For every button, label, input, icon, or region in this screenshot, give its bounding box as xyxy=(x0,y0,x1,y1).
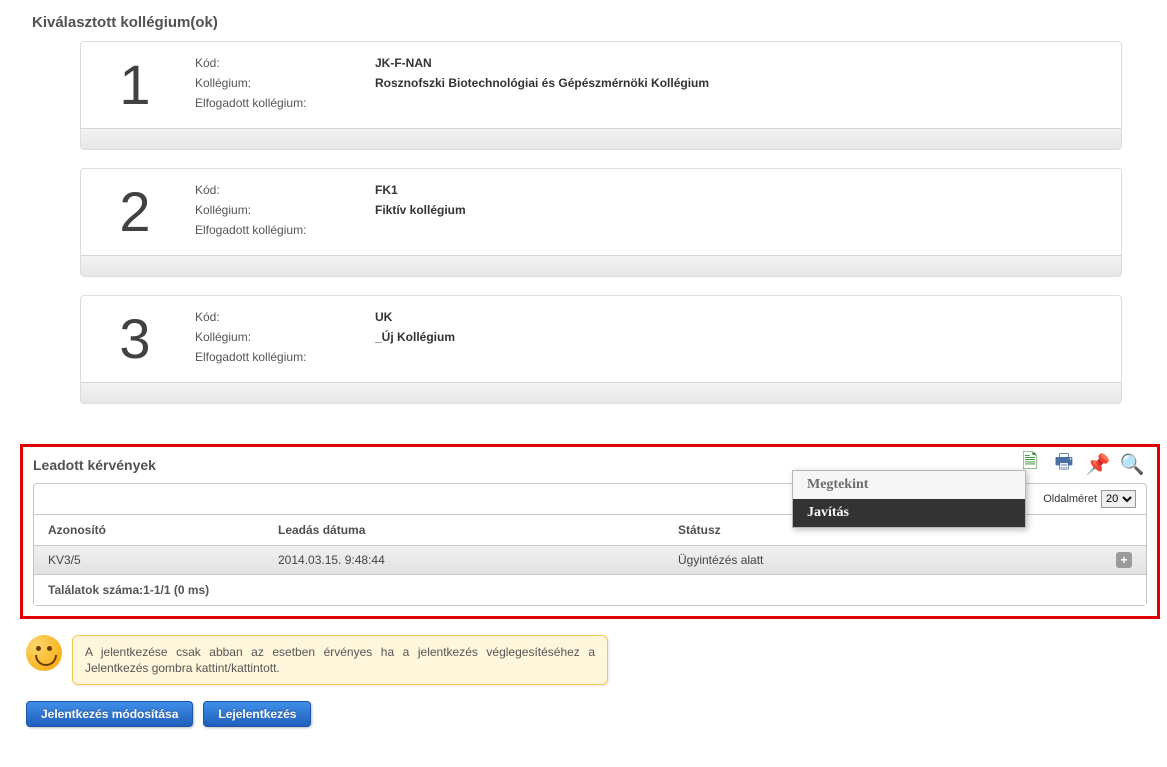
cell-id: KV3/5 xyxy=(48,553,278,567)
choice-dorm-value: Fiktív kollégium xyxy=(375,203,935,217)
choice-dorm-label: Kollégium: xyxy=(195,76,355,90)
context-menu-view[interactable]: Megtekint xyxy=(793,471,1025,499)
choice-code-value: FK1 xyxy=(375,183,935,197)
choice-rank: 3 xyxy=(95,304,175,374)
choice-accepted-value xyxy=(375,96,935,110)
page-size-label: Oldalméret xyxy=(1043,493,1097,505)
context-menu-fix[interactable]: Javítás xyxy=(793,499,1025,527)
table-footer: Találatok száma:1-1/1 (0 ms) xyxy=(34,575,1146,605)
pin-icon[interactable]: 📌 xyxy=(1085,451,1111,477)
choice-accepted-label: Elfogadott kollégium: xyxy=(195,96,355,110)
choice-accepted-label: Elfogadott kollégium: xyxy=(195,223,355,237)
modify-application-button[interactable]: Jelentkezés módosítása xyxy=(26,701,193,727)
choice-accepted-value xyxy=(375,350,935,364)
choice-code-label: Kód: xyxy=(195,183,355,197)
sign-off-button[interactable]: Lejelentkezés xyxy=(203,701,311,727)
col-date-header[interactable]: Leadás dátuma xyxy=(278,523,678,537)
requests-section: 🗎 🖶 📌 🔍 Leadott kérvények Oldalméret 20 … xyxy=(20,444,1160,619)
choice-code-value: JK-F-NAN xyxy=(375,56,935,70)
choice-rank: 2 xyxy=(95,177,175,247)
card-footer-bar xyxy=(81,255,1121,276)
choice-rank: 1 xyxy=(95,50,175,120)
section-title: Kiválasztott kollégium(ok) xyxy=(32,14,1160,31)
requests-table: Oldalméret 20 Megtekint Javítás Azonosít… xyxy=(33,483,1147,606)
smiley-icon xyxy=(26,635,62,671)
notice-text: A jelentkezése csak abban az esetben érv… xyxy=(72,635,608,685)
choice-card: 1 Kód: JK-F-NAN Kollégium: Rosznofszki B… xyxy=(80,41,1122,150)
row-expand-icon[interactable]: + xyxy=(1116,552,1132,568)
choice-dorm-value: _Új Kollégium xyxy=(375,330,935,344)
cell-status: Ügyintézés alatt xyxy=(678,553,1008,567)
choice-dorm-label: Kollégium: xyxy=(195,330,355,344)
cell-date: 2014.03.15. 9:48:44 xyxy=(278,553,678,567)
table-row[interactable]: KV3/5 2014.03.15. 9:48:44 Ügyintézés ala… xyxy=(34,546,1146,575)
col-id-header[interactable]: Azonosító xyxy=(48,523,278,537)
choice-card: 3 Kód: UK Kollégium: _Új Kollégium Elfog… xyxy=(80,295,1122,404)
search-icon[interactable]: 🔍 xyxy=(1119,451,1145,477)
page-size-select[interactable]: 20 xyxy=(1101,490,1136,508)
card-footer-bar xyxy=(81,128,1121,149)
card-footer-bar xyxy=(81,382,1121,403)
choice-accepted-label: Elfogadott kollégium: xyxy=(195,350,355,364)
print-icon[interactable]: 🖶 xyxy=(1051,451,1077,477)
choice-code-value: UK xyxy=(375,310,935,324)
choice-code-label: Kód: xyxy=(195,310,355,324)
row-context-menu: Megtekint Javítás xyxy=(792,470,1026,528)
choice-dorm-value: Rosznofszki Biotechnológiai és Gépészmér… xyxy=(375,76,935,90)
choice-card: 2 Kód: FK1 Kollégium: Fiktív kollégium E… xyxy=(80,168,1122,277)
choice-code-label: Kód: xyxy=(195,56,355,70)
choice-accepted-value xyxy=(375,223,935,237)
choice-dorm-label: Kollégium: xyxy=(195,203,355,217)
